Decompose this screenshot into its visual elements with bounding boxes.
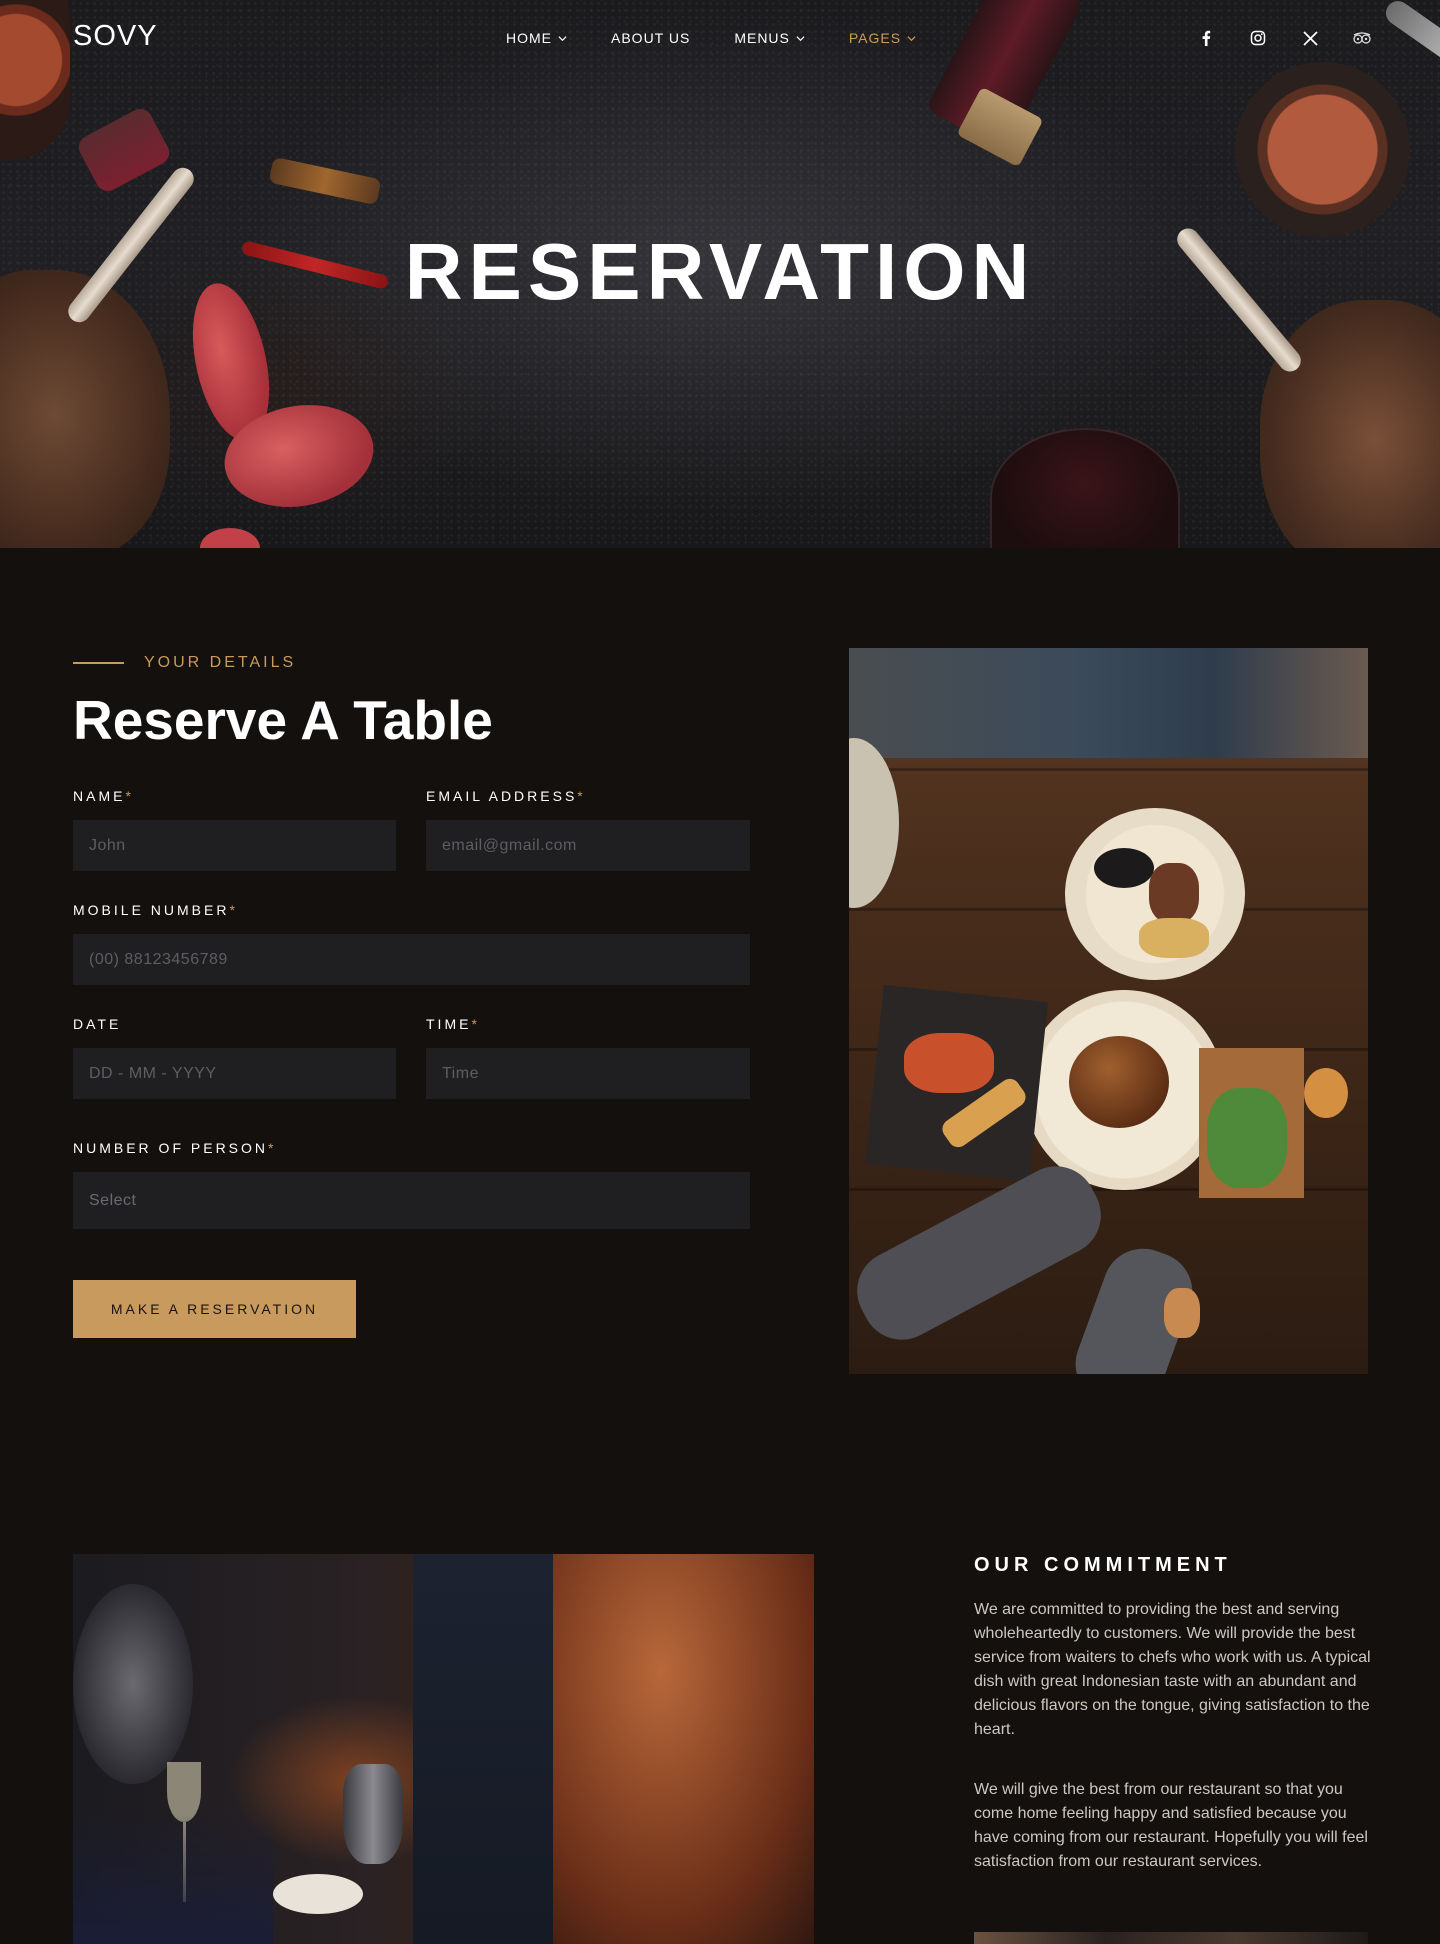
eyebrow-label: YOUR DETAILS: [144, 654, 297, 671]
date-label: DATE: [73, 1016, 122, 1032]
persons-select-value: Select: [89, 1191, 137, 1209]
chevron-down-icon: [796, 35, 805, 41]
nav-item-about-us[interactable]: ABOUT US: [611, 30, 690, 46]
persons-select[interactable]: Select: [73, 1172, 750, 1229]
nav-item-label: MENUS: [734, 30, 790, 46]
make-reservation-button[interactable]: MAKE A RESERVATION: [73, 1280, 356, 1338]
instagram-icon[interactable]: [1248, 28, 1268, 48]
food-table-image: [849, 648, 1368, 1374]
name-field[interactable]: [73, 820, 396, 871]
date-field[interactable]: [73, 1048, 396, 1099]
nav-item-label: PAGES: [848, 30, 902, 46]
dining-service-image: [73, 1554, 814, 1944]
email-field[interactable]: [426, 820, 750, 871]
nav-item-home[interactable]: HOME: [506, 30, 567, 46]
social-links: [1196, 28, 1372, 48]
site-logo[interactable]: SOVY: [73, 20, 158, 53]
form-title: Reserve A Table: [73, 689, 493, 751]
mobile-label: MOBILE NUMBER*: [73, 902, 238, 918]
chevron-down-icon: [558, 35, 567, 41]
hero-banner: SOVY HOME ABOUT US MENUS PAGES RESERVATI…: [0, 0, 1440, 548]
persons-label: NUMBER OF PERSON*: [73, 1140, 277, 1156]
x-icon[interactable]: [1300, 28, 1320, 48]
section-eyebrow: YOUR DETAILS: [73, 654, 296, 672]
name-label: NAME*: [73, 788, 134, 804]
page-title: RESERVATION: [404, 227, 1036, 316]
time-field[interactable]: [426, 1048, 750, 1099]
mobile-field[interactable]: [73, 934, 750, 985]
email-label: EMAIL ADDRESS*: [426, 788, 586, 804]
tripadvisor-icon[interactable]: [1352, 28, 1372, 48]
chevron-down-icon: [907, 35, 916, 41]
eyebrow-divider: [73, 662, 124, 664]
commitment-paragraph: We will give the best from our restauran…: [974, 1781, 1368, 1870]
nav-item-menus[interactable]: MENUS: [734, 30, 805, 46]
hero-glass-right-image: [1235, 62, 1410, 237]
nav-item-label: HOME: [506, 30, 552, 46]
main-nav: HOME ABOUT US MENUS PAGES: [506, 30, 960, 46]
commitment-gallery-image: [974, 1932, 1368, 1944]
commitment-title: OUR COMMITMENT: [974, 1554, 1232, 1576]
nav-item-pages[interactable]: PAGES: [849, 30, 916, 46]
facebook-icon[interactable]: [1196, 28, 1216, 48]
commitment-paragraph: We are committed to providing the best a…: [974, 1601, 1371, 1738]
nav-item-label: ABOUT US: [611, 30, 691, 46]
time-label: TIME*: [426, 1016, 480, 1032]
